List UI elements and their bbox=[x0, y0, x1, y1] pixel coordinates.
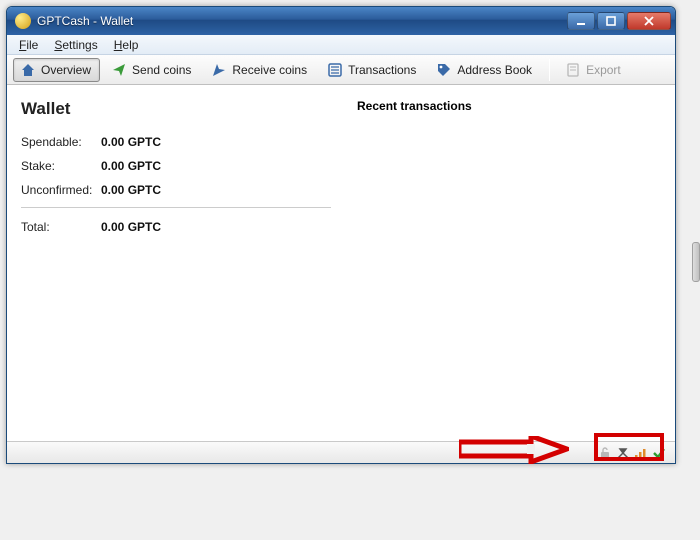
minimize-button[interactable] bbox=[567, 12, 595, 30]
toolbar: Overview Send coins Receive coins Transa… bbox=[7, 55, 675, 85]
close-button[interactable] bbox=[627, 12, 671, 30]
unconfirmed-value: 0.00 GPTC bbox=[101, 183, 161, 197]
menu-settings[interactable]: Settings bbox=[46, 36, 105, 54]
receive-label: Receive coins bbox=[232, 63, 307, 77]
home-icon bbox=[20, 62, 36, 78]
total-value: 0.00 GPTC bbox=[101, 220, 161, 234]
toolbar-separator bbox=[549, 59, 550, 81]
export-button[interactable]: Export bbox=[558, 58, 630, 82]
stake-value: 0.00 GPTC bbox=[101, 159, 161, 173]
close-icon bbox=[644, 16, 654, 26]
status-icons bbox=[595, 445, 669, 461]
send-coins-button[interactable]: Send coins bbox=[104, 58, 200, 82]
maximize-button[interactable] bbox=[597, 12, 625, 30]
menu-file[interactable]: File bbox=[11, 36, 46, 54]
balance-row-unconfirmed: Unconfirmed: 0.00 GPTC bbox=[21, 183, 335, 197]
check-icon bbox=[652, 446, 666, 460]
tag-icon bbox=[436, 62, 452, 78]
recent-heading: Recent transactions bbox=[357, 99, 663, 113]
total-label: Total: bbox=[21, 220, 101, 234]
menu-help[interactable]: Help bbox=[106, 36, 147, 54]
recent-transactions-pane: Recent transactions bbox=[347, 85, 675, 441]
balance-row-total: Total: 0.00 GPTC bbox=[21, 220, 335, 234]
spendable-value: 0.00 GPTC bbox=[101, 135, 161, 149]
stake-label: Stake: bbox=[21, 159, 101, 173]
receive-icon bbox=[211, 62, 227, 78]
balance-row-spendable: Spendable: 0.00 GPTC bbox=[21, 135, 335, 149]
wallet-pane: Wallet Spendable: 0.00 GPTC Stake: 0.00 … bbox=[7, 85, 347, 441]
address-book-label: Address Book bbox=[457, 63, 532, 77]
balance-row-stake: Stake: 0.00 GPTC bbox=[21, 159, 335, 173]
wallet-heading: Wallet bbox=[21, 99, 335, 119]
window-controls bbox=[567, 12, 671, 30]
content-area: Wallet Spendable: 0.00 GPTC Stake: 0.00 … bbox=[7, 85, 675, 441]
address-book-button[interactable]: Address Book bbox=[429, 58, 541, 82]
export-icon bbox=[565, 62, 581, 78]
unconfirmed-label: Unconfirmed: bbox=[21, 183, 101, 197]
app-window: GPTCash - Wallet File Settings Help Over… bbox=[6, 6, 676, 464]
overview-button[interactable]: Overview bbox=[13, 58, 100, 82]
app-icon bbox=[15, 13, 31, 29]
maximize-icon bbox=[606, 16, 616, 26]
minimize-icon bbox=[576, 16, 586, 26]
scrollbar-thumb[interactable] bbox=[692, 242, 700, 282]
network-bars-icon bbox=[634, 446, 648, 460]
balance-divider bbox=[21, 207, 331, 208]
list-icon bbox=[327, 62, 343, 78]
statusbar bbox=[7, 441, 675, 463]
receive-coins-button[interactable]: Receive coins bbox=[204, 58, 316, 82]
send-icon bbox=[111, 62, 127, 78]
titlebar: GPTCash - Wallet bbox=[7, 7, 675, 35]
lock-open-icon bbox=[598, 446, 612, 460]
menubar: File Settings Help bbox=[7, 35, 675, 55]
send-label: Send coins bbox=[132, 63, 191, 77]
spendable-label: Spendable: bbox=[21, 135, 101, 149]
overview-label: Overview bbox=[41, 63, 91, 77]
window-title: GPTCash - Wallet bbox=[37, 14, 567, 28]
export-label: Export bbox=[586, 63, 621, 77]
transactions-label: Transactions bbox=[348, 63, 416, 77]
hammer-pick-icon bbox=[616, 446, 630, 460]
transactions-button[interactable]: Transactions bbox=[320, 58, 425, 82]
